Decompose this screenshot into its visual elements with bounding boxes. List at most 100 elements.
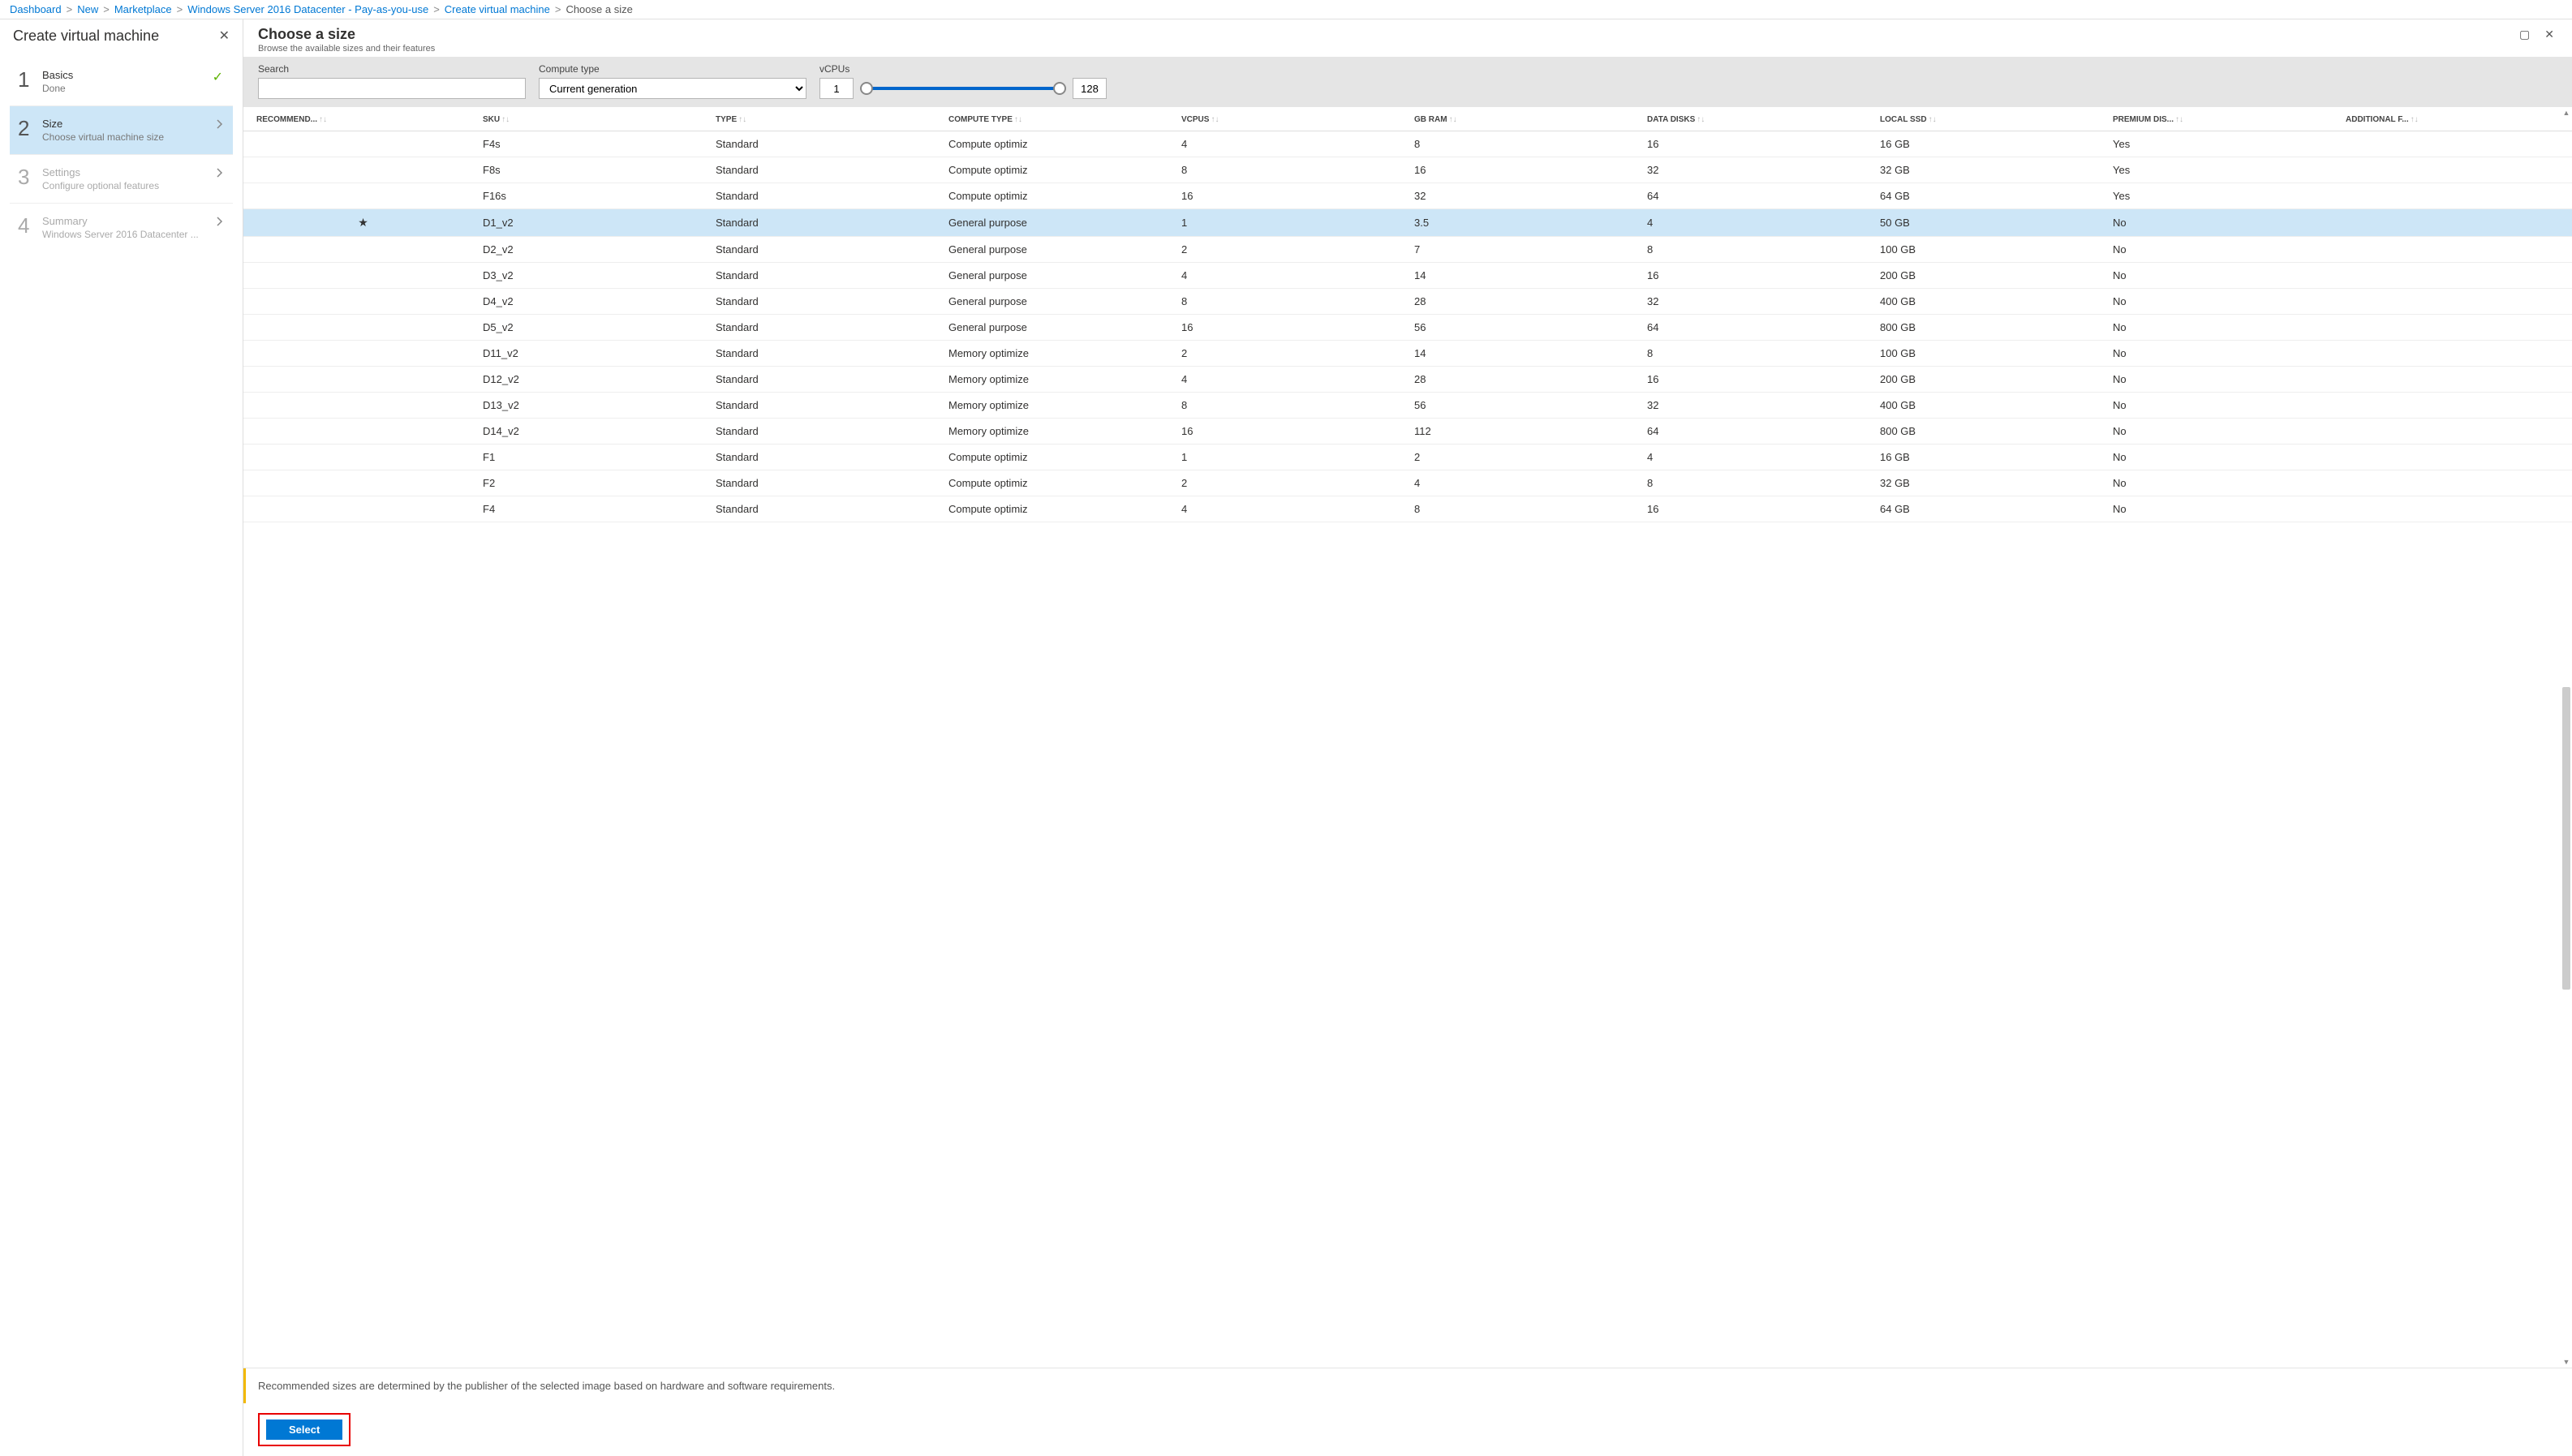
cell-ssd: 400 GB — [1873, 289, 2106, 315]
size-row[interactable]: F4sStandardCompute optimiz481616 GBYes — [243, 131, 2572, 157]
column-header[interactable]: LOCAL SSD↑↓ — [1873, 107, 2106, 131]
close-icon[interactable]: ✕ — [2541, 26, 2557, 43]
size-row[interactable]: F1StandardCompute optimiz12416 GBNo — [243, 445, 2572, 470]
close-icon[interactable]: ✕ — [219, 30, 230, 43]
cell-dd: 64 — [1641, 419, 1873, 445]
breadcrumb: Dashboard>New>Marketplace>Windows Server… — [0, 0, 2572, 19]
cell-ram: 8 — [1408, 496, 1641, 522]
cell-ram: 14 — [1408, 341, 1641, 367]
select-button-highlight: Select — [258, 1413, 351, 1446]
column-label: DATA DISKS — [1647, 115, 1695, 124]
breadcrumb-link[interactable]: Create virtual machine — [445, 3, 550, 15]
cell-add — [2339, 237, 2572, 263]
step-title: Settings — [42, 166, 225, 178]
breadcrumb-link[interactable]: Dashboard — [10, 3, 62, 15]
slider-thumb-max[interactable] — [1053, 82, 1066, 95]
wizard-step-settings[interactable]: 3SettingsConfigure optional features — [10, 154, 233, 203]
cell-rec — [243, 183, 476, 209]
step-subtitle: Done — [42, 83, 225, 94]
cell-ct: Compute optimiz — [942, 131, 1175, 157]
cell-prem: Yes — [2106, 183, 2339, 209]
column-header[interactable]: COMPUTE TYPE↑↓ — [942, 107, 1175, 131]
cell-ct: Compute optimiz — [942, 496, 1175, 522]
cell-sku: D13_v2 — [476, 393, 709, 419]
size-row[interactable]: D3_v2StandardGeneral purpose41416200 GBN… — [243, 263, 2572, 289]
size-row[interactable]: F2StandardCompute optimiz24832 GBNo — [243, 470, 2572, 496]
scroll-down-icon[interactable]: ▼ — [2561, 1356, 2572, 1368]
chevron-right-icon — [217, 168, 223, 180]
scroll-thumb[interactable] — [2562, 687, 2570, 990]
size-row[interactable]: D14_v2StandardMemory optimize1611264800 … — [243, 419, 2572, 445]
cell-ssd: 100 GB — [1873, 237, 2106, 263]
cell-ram: 14 — [1408, 263, 1641, 289]
column-header[interactable]: SKU↑↓ — [476, 107, 709, 131]
cell-add — [2339, 341, 2572, 367]
cell-rec — [243, 445, 476, 470]
column-header[interactable]: PREMIUM DIS...↑↓ — [2106, 107, 2339, 131]
column-header[interactable]: RECOMMEND...↑↓ — [243, 107, 476, 131]
column-header[interactable]: VCPUS↑↓ — [1175, 107, 1408, 131]
wizard-step-size[interactable]: 2SizeChoose virtual machine size — [10, 105, 233, 154]
cell-sku: F4s — [476, 131, 709, 157]
search-input[interactable] — [258, 78, 526, 99]
cell-vcpu: 2 — [1175, 237, 1408, 263]
wizard-step-summary[interactable]: 4SummaryWindows Server 2016 Datacenter .… — [10, 203, 233, 251]
sort-icon: ↑↓ — [501, 115, 510, 124]
cell-vcpu: 8 — [1175, 393, 1408, 419]
step-number: 1 — [18, 69, 42, 90]
breadcrumb-link[interactable]: Marketplace — [114, 3, 172, 15]
chevron-right-icon: > — [433, 3, 440, 15]
size-row[interactable]: D4_v2StandardGeneral purpose82832400 GBN… — [243, 289, 2572, 315]
cell-ssd: 32 GB — [1873, 470, 2106, 496]
size-row[interactable]: D13_v2StandardMemory optimize85632400 GB… — [243, 393, 2572, 419]
cell-sku: F16s — [476, 183, 709, 209]
star-icon: ★ — [358, 216, 368, 229]
column-header[interactable]: TYPE↑↓ — [709, 107, 942, 131]
vcpu-max-input[interactable] — [1073, 78, 1107, 99]
cell-dd: 16 — [1641, 263, 1873, 289]
cell-ct: General purpose — [942, 209, 1175, 237]
size-row[interactable]: F16sStandardCompute optimiz16326464 GBYe… — [243, 183, 2572, 209]
vcpu-slider[interactable] — [862, 80, 1064, 97]
compute-type-select[interactable]: Current generation — [539, 78, 806, 99]
column-header[interactable]: GB RAM↑↓ — [1408, 107, 1641, 131]
slider-thumb-min[interactable] — [860, 82, 873, 95]
cell-ct: Compute optimiz — [942, 470, 1175, 496]
cell-sku: F8s — [476, 157, 709, 183]
size-row[interactable]: ★D1_v2StandardGeneral purpose13.5450 GBN… — [243, 209, 2572, 237]
size-row[interactable]: D11_v2StandardMemory optimize2148100 GBN… — [243, 341, 2572, 367]
column-label: ADDITIONAL F... — [2346, 115, 2409, 124]
size-row[interactable]: F4StandardCompute optimiz481664 GBNo — [243, 496, 2572, 522]
column-header[interactable]: DATA DISKS↑↓ — [1641, 107, 1873, 131]
blade-title: Choose a size — [258, 26, 435, 43]
cell-sku: F1 — [476, 445, 709, 470]
cell-add — [2339, 131, 2572, 157]
select-button[interactable]: Select — [266, 1419, 342, 1440]
cell-type: Standard — [709, 131, 942, 157]
compute-type-label: Compute type — [539, 63, 806, 75]
cell-add — [2339, 393, 2572, 419]
size-row[interactable]: D5_v2StandardGeneral purpose165664800 GB… — [243, 315, 2572, 341]
column-header[interactable]: ADDITIONAL F...↑↓ — [2339, 107, 2572, 131]
vcpu-min-input[interactable] — [819, 78, 854, 99]
cell-add — [2339, 419, 2572, 445]
size-table-container[interactable]: RECOMMEND...↑↓SKU↑↓TYPE↑↓COMPUTE TYPE↑↓V… — [243, 107, 2572, 1368]
cell-ct: Compute optimiz — [942, 157, 1175, 183]
breadcrumb-link[interactable]: Windows Server 2016 Datacenter - Pay-as-… — [187, 3, 428, 15]
size-row[interactable]: F8sStandardCompute optimiz8163232 GBYes — [243, 157, 2572, 183]
size-row[interactable]: D2_v2StandardGeneral purpose278100 GBNo — [243, 237, 2572, 263]
check-icon: ✓ — [213, 69, 223, 85]
column-label: VCPUS — [1181, 115, 1209, 124]
cell-rec — [243, 419, 476, 445]
cell-vcpu: 4 — [1175, 131, 1408, 157]
breadcrumb-link[interactable]: New — [77, 3, 98, 15]
size-row[interactable]: D12_v2StandardMemory optimize42816200 GB… — [243, 367, 2572, 393]
maximize-icon[interactable]: ▢ — [2516, 26, 2533, 43]
cell-ct: Compute optimiz — [942, 445, 1175, 470]
cell-ssd: 64 GB — [1873, 496, 2106, 522]
wizard-step-basics[interactable]: 1BasicsDone✓ — [10, 58, 233, 105]
cell-type: Standard — [709, 496, 942, 522]
cell-type: Standard — [709, 419, 942, 445]
step-title: Size — [42, 118, 225, 130]
cell-ssd: 100 GB — [1873, 341, 2106, 367]
